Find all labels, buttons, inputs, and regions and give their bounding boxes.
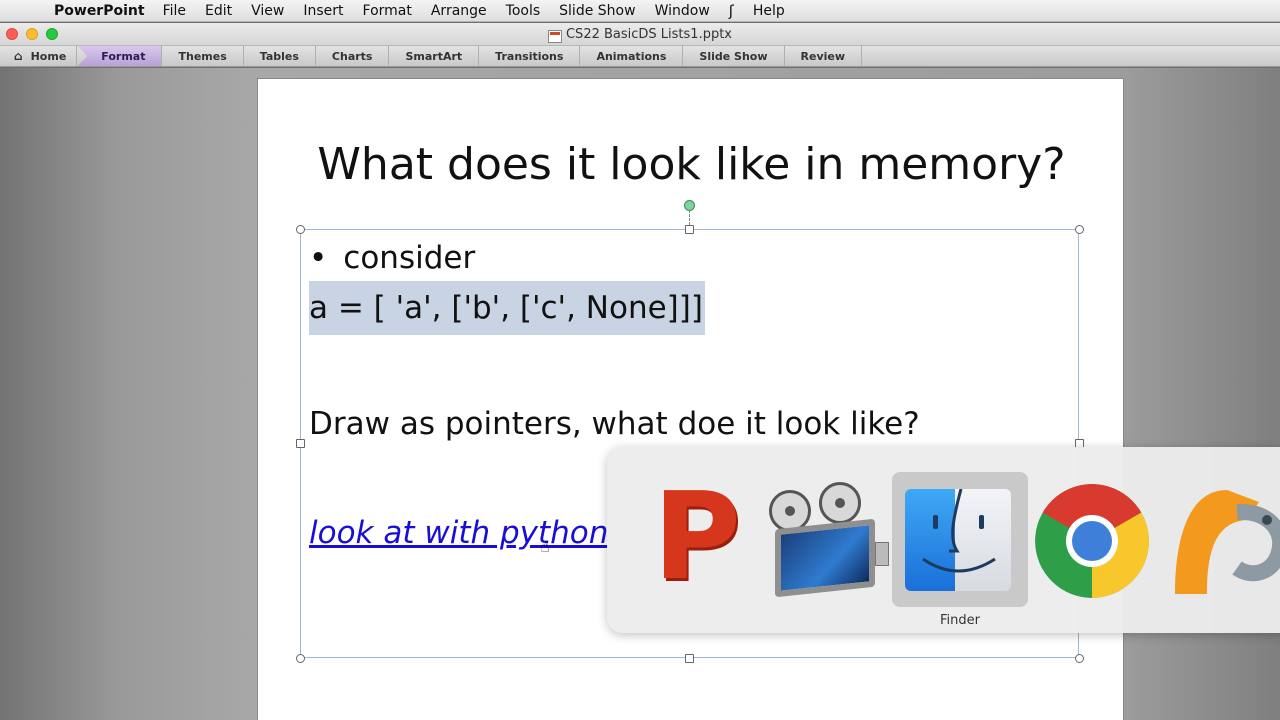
ribbon-tabs: ⌂ Home Format Themes Tables Charts Smart… (0, 45, 1280, 67)
resize-handle-top[interactable] (685, 225, 694, 234)
tab-smartart[interactable]: SmartArt (389, 46, 480, 66)
menu-app-name[interactable]: PowerPoint (54, 3, 145, 19)
resize-handle-left[interactable] (296, 439, 305, 448)
python-link[interactable]: look at with python (309, 515, 608, 551)
menu-help[interactable]: Help (753, 3, 785, 19)
tab-slide-show[interactable]: Slide Show (683, 46, 785, 66)
resize-handle-bottom-left[interactable] (296, 654, 305, 663)
tab-animations[interactable]: Animations (580, 46, 684, 66)
chrome-icon[interactable] (1035, 484, 1149, 598)
rotation-handle[interactable] (684, 200, 695, 211)
document-icon (547, 29, 562, 43)
tab-themes[interactable]: Themes (162, 46, 244, 66)
menu-insert[interactable]: Insert (303, 3, 343, 19)
menu-edit[interactable]: Edit (205, 3, 232, 19)
tab-home[interactable]: ⌂ Home (0, 46, 78, 66)
bullet-item[interactable]: • consider (309, 240, 475, 276)
window-title: CS22 BasicDS Lists1.pptx (565, 26, 732, 42)
bullet-text: consider (343, 240, 476, 276)
resize-handle-top-right[interactable] (1075, 225, 1084, 234)
screen-recorder-icon[interactable] (767, 482, 889, 602)
menu-arrange[interactable]: Arrange (431, 3, 487, 19)
tab-charts[interactable]: Charts (316, 46, 390, 66)
window-controls (6, 28, 58, 40)
code-line-selected[interactable]: a = [ 'a', ['b', ['c', None]]] (309, 281, 705, 335)
menu-file[interactable]: File (163, 3, 186, 19)
tab-transitions[interactable]: Transitions (479, 46, 581, 66)
zoom-window-button[interactable] (46, 28, 58, 40)
tab-tables[interactable]: Tables (244, 46, 316, 66)
pycharm-icon[interactable] (1167, 482, 1280, 602)
close-window-button[interactable] (6, 28, 18, 40)
minimize-window-button[interactable] (26, 28, 38, 40)
powerpoint-icon[interactable]: P (645, 478, 765, 602)
resize-handle-bottom[interactable] (685, 654, 694, 663)
menu-tools[interactable]: Tools (506, 3, 541, 19)
resize-handle-top-left[interactable] (296, 225, 305, 234)
script-icon[interactable]: ʃ (729, 2, 734, 20)
rotation-connector (689, 210, 690, 225)
tab-home-label: Home (30, 49, 67, 63)
bullet-marker: • (309, 240, 328, 276)
menu-bar: PowerPoint File Edit View Insert Format … (0, 0, 1280, 22)
resize-handle-bottom-right[interactable] (1075, 654, 1084, 663)
app-switcher: P Finder (607, 447, 1280, 633)
slide-title[interactable]: What does it look like in memory? (258, 139, 1125, 190)
home-icon: ⌂ (14, 49, 23, 63)
finder-icon[interactable] (905, 489, 1011, 591)
menu-slide-show[interactable]: Slide Show (559, 3, 635, 19)
window-title-bar: CS22 BasicDS Lists1.pptx (0, 23, 1280, 45)
tab-format[interactable]: Format (77, 46, 163, 66)
menu-format[interactable]: Format (363, 3, 412, 19)
hand-cursor-icon: ☝ (540, 537, 550, 556)
menu-view[interactable]: View (251, 3, 284, 19)
menu-window[interactable]: Window (655, 3, 710, 19)
app-switcher-label: Finder (940, 613, 980, 628)
tab-format-label: Format (101, 49, 146, 63)
question-line[interactable]: Draw as pointers, what doe it look like? (309, 406, 920, 442)
tab-review[interactable]: Review (785, 46, 863, 66)
